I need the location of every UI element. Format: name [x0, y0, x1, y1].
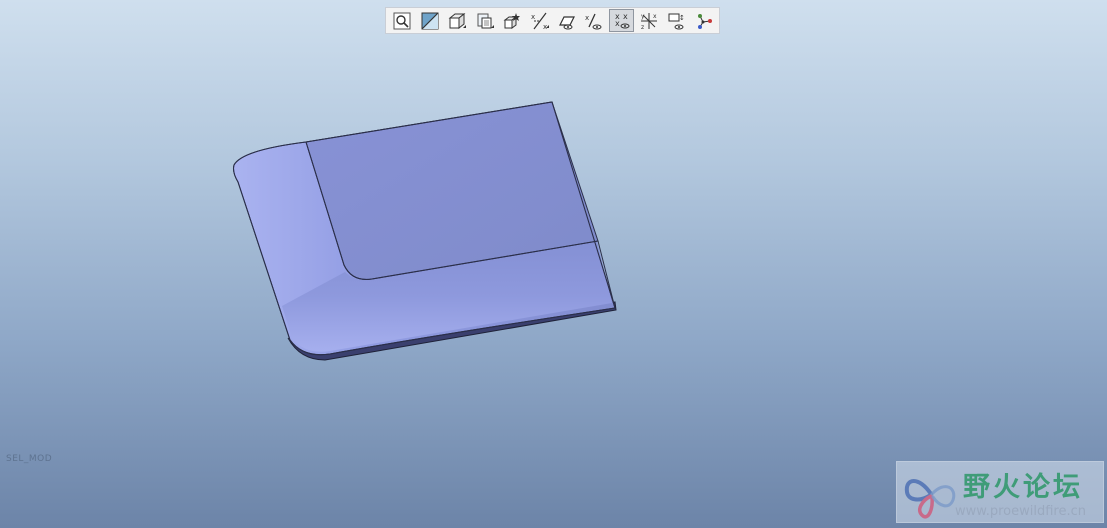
datum-points-button[interactable]: x — [582, 9, 607, 32]
forum-watermark: 野火论坛 www.proewildfire.cn — [896, 461, 1104, 523]
zoom-fit-icon — [393, 12, 411, 29]
saved-views-icon — [477, 13, 494, 28]
coordinate-systems-button[interactable]: x x x — [609, 9, 635, 32]
watermark-url: www.proewildfire.cn — [955, 504, 1086, 519]
spin-center-icon: ↕ — [668, 13, 685, 29]
repaint-icon — [421, 12, 439, 29]
3d-part-model[interactable] — [0, 0, 1107, 528]
network-icon — [698, 13, 713, 29]
svg-text:x: x — [543, 23, 547, 31]
svg-text:↕: ↕ — [679, 14, 685, 22]
view-manager-button[interactable] — [500, 9, 525, 32]
view-toolbar: x x x x x x y z x ↕ — [385, 7, 720, 34]
spin-center-button[interactable]: ↕ — [664, 9, 689, 32]
butterfly-logo-icon — [904, 479, 956, 519]
status-text: SEL_MOD — [6, 454, 53, 464]
svg-text:x: x — [615, 19, 620, 28]
datum-axes-icon — [559, 15, 575, 29]
datum-axes-button[interactable] — [555, 9, 580, 32]
svg-text:x: x — [585, 14, 589, 22]
saved-views-button[interactable] — [472, 9, 497, 32]
watermark-title: 野火论坛 — [963, 472, 1083, 503]
annotations-button[interactable]: y z x — [637, 9, 662, 32]
view-manager-icon — [503, 12, 521, 29]
zoom-fit-button[interactable] — [390, 9, 415, 32]
svg-text:x: x — [531, 13, 535, 21]
svg-text:x: x — [653, 13, 657, 20]
repaint-button[interactable] — [417, 9, 442, 32]
datum-planes-icon: x x — [531, 12, 549, 31]
network-button[interactable] — [692, 9, 717, 32]
display-style-button[interactable] — [445, 9, 470, 32]
annotations-icon: y z x — [641, 12, 658, 31]
svg-text:z: z — [641, 24, 644, 31]
datum-points-icon: x — [585, 13, 602, 29]
svg-text:x: x — [623, 12, 628, 21]
datum-planes-button[interactable]: x x — [527, 9, 552, 32]
svg-text:y: y — [641, 13, 645, 20]
graphics-viewport[interactable]: x x x x x x y z x ↕ SEL_MOD 野火论坛 www.pro… — [0, 0, 1107, 528]
coordinate-systems-icon: x x x — [615, 12, 630, 28]
display-style-icon — [448, 12, 467, 29]
